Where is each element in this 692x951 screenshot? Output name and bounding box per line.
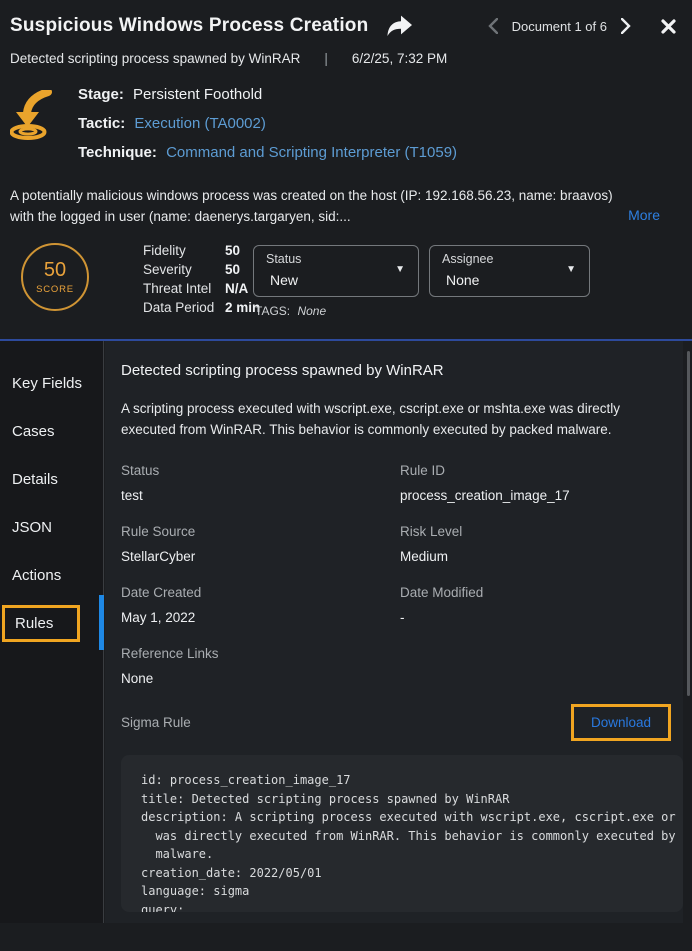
stage-label: Stage: [78, 86, 124, 103]
sidebar-item-rules-label: Rules [2, 605, 80, 642]
sidebar-item-details[interactable]: Details [0, 455, 103, 503]
technique-link[interactable]: Command and Scripting Interpreter (T1059… [166, 144, 457, 161]
sigma-rule-code: id: process_creation_image_17 title: Det… [121, 755, 683, 912]
sigma-rule-row: Sigma Rule Download [121, 704, 671, 741]
stage-row: Stage: Persistent Foothold [78, 86, 457, 103]
active-tab-indicator [99, 595, 104, 650]
scrollbar-thumb[interactable] [687, 351, 690, 696]
detail-sidebar: Key Fields Cases Details JSON Actions Ru… [0, 341, 104, 923]
rule-description: A scripting process executed with wscrip… [121, 398, 667, 440]
metric-threat-intel: Threat Intel N/A [143, 279, 260, 298]
detail-body: Key Fields Cases Details JSON Actions Ru… [0, 341, 692, 949]
tactic-link[interactable]: Execution (TA0002) [134, 115, 265, 132]
caret-down-icon: ▼ [395, 264, 405, 275]
metrics-list: Fidelity 50 Severity 50 Threat Intel N/A… [143, 241, 260, 317]
scrollbar-track [683, 341, 692, 923]
tags-value: None [297, 304, 326, 318]
sidebar-item-actions[interactable]: Actions [0, 551, 103, 599]
header: Suspicious Windows Process Creation Docu… [0, 0, 692, 39]
score-value: 50 [44, 259, 66, 282]
sigma-rule-label: Sigma Rule [121, 715, 191, 730]
close-icon[interactable] [661, 19, 676, 34]
field-rule-source: Rule Source StellarCyber [121, 524, 400, 564]
field-date-created: Date Created May 1, 2022 [121, 585, 400, 625]
persistent-foothold-stage-icon [10, 86, 64, 173]
score-label: SCORE [36, 284, 74, 295]
header-subtitle-row: Detected scripting process spawned by Wi… [0, 39, 692, 66]
tactic-row: Tactic: Execution (TA0002) [78, 115, 457, 132]
field-status: Status test [121, 463, 400, 503]
assignee-dropdown-value: None [446, 272, 479, 288]
sidebar-item-cases[interactable]: Cases [0, 407, 103, 455]
score-band: 50 SCORE Fidelity 50 Severity 50 Threat … [0, 233, 692, 339]
tactic-label: Tactic: [78, 115, 125, 132]
alert-summary: A potentially malicious windows process … [10, 185, 678, 227]
rule-title: Detected scripting process spawned by Wi… [121, 362, 667, 379]
score-badge: 50 SCORE [21, 243, 89, 311]
status-dropdown[interactable]: Status New ▼ [253, 245, 419, 297]
alert-summary-text: A potentially malicious windows process … [10, 185, 620, 227]
kill-chain-section: Stage: Persistent Foothold Tactic: Execu… [10, 86, 692, 173]
sidebar-item-json[interactable]: JSON [0, 503, 103, 551]
sidebar-item-key-fields[interactable]: Key Fields [0, 359, 103, 407]
field-reference-links: Reference Links None [121, 646, 400, 686]
rule-fields-grid: Status test Rule ID process_creation_ima… [121, 463, 683, 686]
caret-down-icon: ▼ [566, 264, 576, 275]
alert-timestamp: 6/2/25, 7:32 PM [352, 51, 447, 66]
alert-detail-panel: Suspicious Windows Process Creation Docu… [0, 0, 692, 951]
stage-value: Persistent Foothold [133, 86, 262, 103]
alert-subtitle: Detected scripting process spawned by Wi… [10, 51, 300, 66]
metric-fidelity: Fidelity 50 [143, 241, 260, 260]
field-rule-id: Rule ID process_creation_image_17 [400, 463, 683, 503]
field-date-modified: Date Modified - [400, 585, 683, 625]
rules-tab-content: Detected scripting process spawned by Wi… [105, 341, 683, 923]
metric-data-period: Data Period 2 min [143, 298, 260, 317]
field-risk-level: Risk Level Medium [400, 524, 683, 564]
tags-label: TAGS: [255, 304, 290, 318]
forward-share-button[interactable] [384, 13, 414, 39]
document-counter: Document 1 of 6 [512, 19, 607, 34]
status-dropdown-value: New [270, 272, 298, 288]
technique-label: Technique: [78, 144, 157, 161]
document-navigation: Document 1 of 6 [484, 16, 676, 36]
page-title: Suspicious Windows Process Creation [10, 15, 368, 37]
assignee-dropdown[interactable]: Assignee None ▼ [429, 245, 590, 297]
subtitle-separator: | [324, 51, 328, 66]
forward-arrow-icon [384, 13, 414, 39]
chevron-right-icon[interactable] [617, 16, 635, 36]
technique-row: Technique: Command and Scripting Interpr… [78, 144, 457, 161]
chevron-left-icon[interactable] [484, 16, 502, 36]
sidebar-item-rules[interactable]: Rules [0, 599, 103, 647]
metric-severity: Severity 50 [143, 260, 260, 279]
status-dropdown-label: Status [266, 252, 301, 266]
more-link[interactable]: More [628, 205, 660, 226]
tags-row: TAGS: None [255, 304, 326, 318]
assignee-dropdown-label: Assignee [442, 252, 493, 266]
download-button[interactable]: Download [571, 704, 671, 741]
